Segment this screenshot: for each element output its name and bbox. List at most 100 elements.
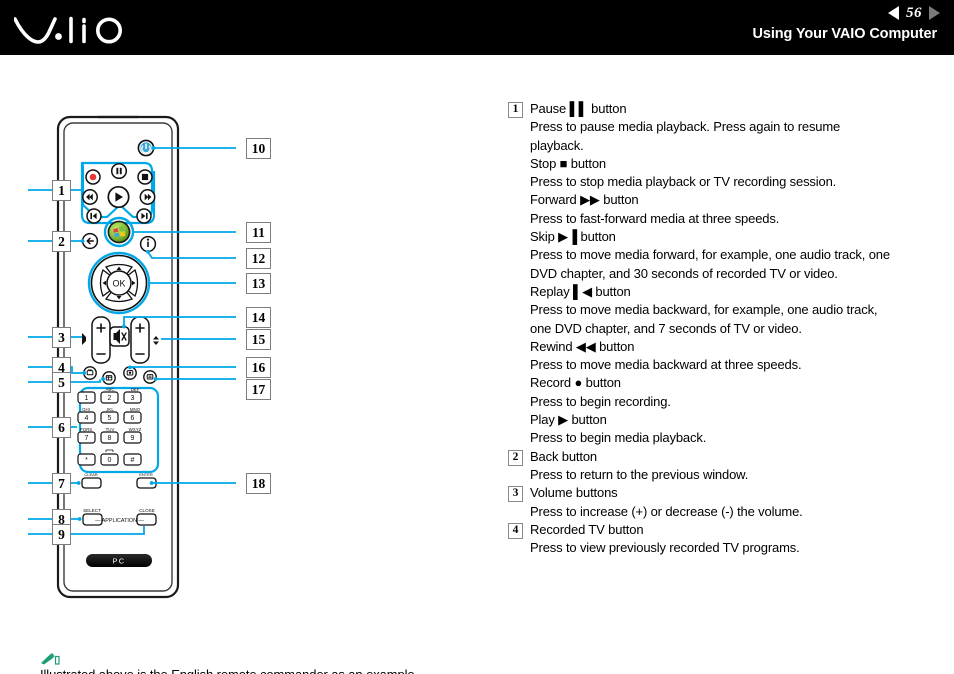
entry-badge-1: 1 [508,102,523,118]
windows-media-center-button [103,216,135,248]
entry-line: Press to return to the previous window. [530,466,749,482]
guide-button [102,371,116,385]
callout-3: 3 [52,327,71,348]
triangle-right-icon[interactable] [929,6,940,20]
mute-button [109,326,130,347]
svg-text:WXYZ: WXYZ [129,427,142,432]
svg-text:OK: OK [112,279,125,289]
callout-13: 13 [246,273,271,294]
callout-6: 6 [52,417,71,438]
entry-body-1: Pause ▌▌ button Press to pause media pla… [530,100,938,448]
entry-line: Press to begin media playback. [530,430,707,446]
entry-badge-2: 2 [508,449,523,466]
callout-16: 16 [246,357,271,378]
callout-17: 17 [246,379,271,400]
directional-pad: OK [87,251,151,315]
entry-line: Volume buttons [530,485,618,501]
entry-line: Press to move media backward, for exampl… [530,302,878,318]
note-text: Illustrated above is the English remote … [40,667,500,674]
svg-text:PQRS: PQRS [80,427,93,432]
svg-text:2: 2 [108,395,112,402]
note-block: Illustrated above is the English remote … [40,652,500,674]
rewind-button [82,189,98,205]
svg-text:5: 5 [108,415,112,422]
callout-9: 9 [52,524,71,545]
pencil-note-icon [41,653,60,665]
back-button [81,232,99,250]
callout-14: 14 [246,307,271,328]
entry-badge-4: 4 [508,522,523,539]
svg-text:6: 6 [131,415,135,422]
pager: 56 [888,4,940,22]
pause-button [110,162,128,180]
entry-line: Replay ▌◀ button [530,283,631,299]
entry-line: Recorded TV button [530,521,644,537]
entry-line: Stop ■ button [530,155,607,171]
svg-text:4: 4 [85,415,89,422]
svg-text:PC: PC [112,557,125,566]
svg-text:MNO: MNO [130,407,141,412]
page-header: 56 Using Your VAIO Computer [0,0,954,55]
svg-text:— APPLICATION —: — APPLICATION — [95,518,144,524]
callout-12: 12 [246,248,271,269]
svg-text:9: 9 [131,435,135,442]
description-entry-4: 4 Recorded TV button Press to view previ… [508,521,938,558]
triangle-left-icon[interactable] [888,6,899,20]
entry-body-2: Back button Press to return to the previ… [530,448,938,485]
callout-7: 7 [52,473,71,494]
stop-button [137,169,153,185]
play-button [107,185,130,209]
callout-10: 10 [246,138,271,159]
svg-text:ABC: ABC [105,387,114,392]
entry-line: one DVD chapter, and 7 seconds of TV or … [530,320,802,336]
entry-body-4: Recorded TV button Press to view previou… [530,521,938,558]
svg-text:ENTER: ENTER [139,472,153,477]
callout-18: 18 [246,473,271,494]
entry-line: Press to stop media playback or TV recor… [530,174,837,190]
description-list: 1 Pause ▌▌ button Press to pause media p… [508,100,938,557]
entry-line: Press to begin recording. [530,393,671,409]
callout-11: 11 [246,222,271,243]
description-entry-3: 3 Volume buttons Press to increase (+) o… [508,484,938,521]
entry-line: Press to view previously recorded TV pro… [530,540,800,556]
replay-button [86,208,102,224]
page-number: 56 [906,4,922,21]
page-title: Using Your VAIO Computer [752,26,937,42]
entry-line: Press to move media forward, for example… [530,247,890,263]
svg-text:DEF: DEF [131,387,140,392]
diagram-panel: OK ABC DEF JKL MNO GHI PQRS TUV WXYZ 1 2… [0,55,500,674]
page-root: 56 Using Your VAIO Computer OK ABC DEF J… [0,0,954,674]
svg-text:GHI: GHI [82,407,90,412]
svg-text:CLEAR: CLEAR [84,472,97,477]
svg-text:7: 7 [85,435,89,442]
skip-button [136,208,152,224]
dvd-menu-button [143,370,157,384]
entry-line: Back button [530,448,598,464]
entry-line: Skip ▶▐ button [530,229,616,245]
pc-brand-plate: PC [86,554,152,567]
entry-line: Press to increase (+) or decrease (-) th… [530,503,803,519]
info-button [139,235,157,253]
svg-text:TUV: TUV [106,427,115,432]
description-entry-2: 2 Back button Press to return to the pre… [508,448,938,485]
entry-line: Forward ▶▶ button [530,192,639,208]
entry-line: Play ▶ button [530,412,607,428]
entry-line: Press to pause media playback. Press aga… [530,119,841,135]
power-button [137,139,155,157]
svg-text:JKL: JKL [106,407,114,412]
svg-text:1: 1 [85,395,89,402]
vaio-logo [14,16,123,44]
entry-line: Rewind ◀◀ button [530,338,635,354]
svg-text:3: 3 [131,395,135,402]
callout-1: 1 [52,180,71,201]
entry-line: DVD chapter, and 30 seconds of recorded … [530,265,838,281]
description-entry-1: 1 Pause ▌▌ button Press to pause media p… [508,100,938,448]
svg-text:SELECT: SELECT [83,508,101,513]
record-button [85,169,101,185]
entry-body-3: Volume buttons Press to increase (+) or … [530,484,938,521]
svg-text:#: # [131,457,135,464]
entry-line: playback. [530,137,584,153]
svg-text:CLOSE: CLOSE [139,508,155,513]
svg-text:0: 0 [108,457,112,464]
callout-15: 15 [246,329,271,350]
